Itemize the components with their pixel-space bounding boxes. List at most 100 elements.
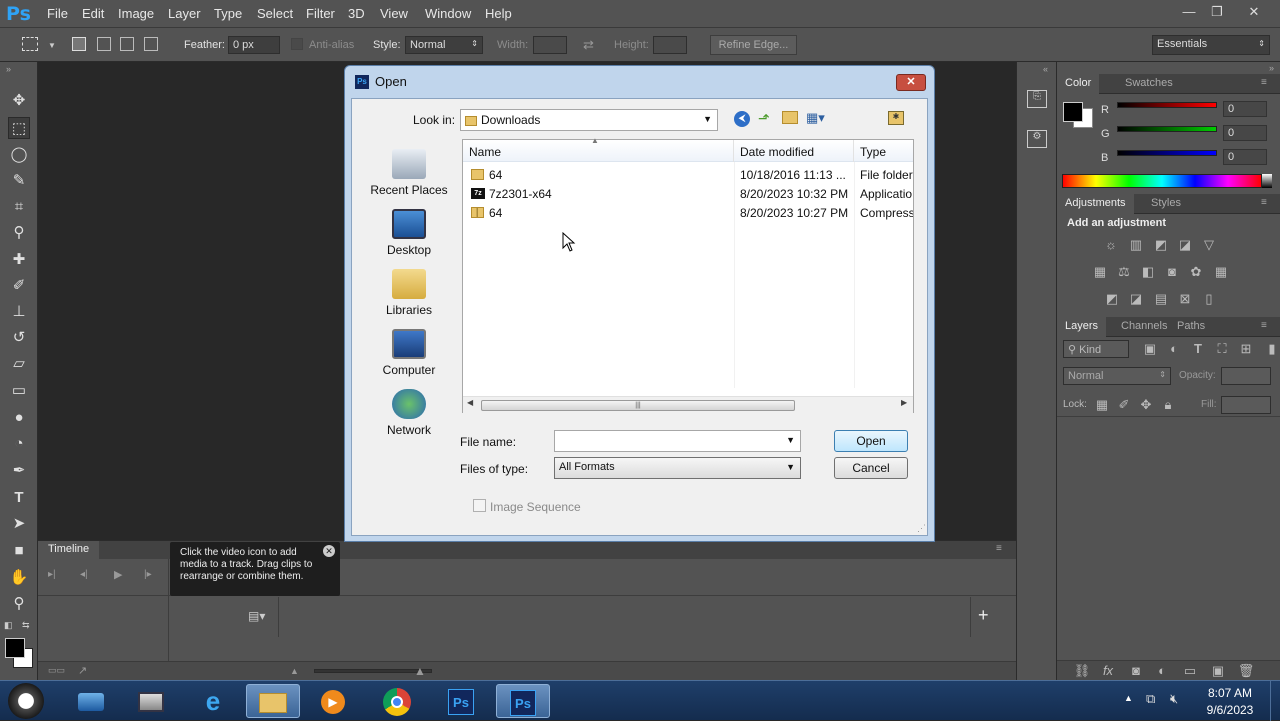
swap-icon[interactable]: ⇄ xyxy=(583,37,594,53)
clock-time[interactable]: 8:07 AM xyxy=(1198,686,1262,700)
fx-icon[interactable]: fx xyxy=(1099,664,1117,678)
fill-input[interactable] xyxy=(1221,396,1271,414)
resize-grip-icon[interactable]: ⋰ xyxy=(917,523,926,534)
up-folder-icon[interactable]: ⬏ xyxy=(758,110,770,127)
green-slider[interactable] xyxy=(1117,126,1217,132)
menu-select[interactable]: Select xyxy=(257,6,293,21)
tab-adjustments[interactable]: Adjustments xyxy=(1057,194,1134,214)
collapse-icon[interactable]: » xyxy=(1269,63,1274,73)
tab-swatches[interactable]: Swatches xyxy=(1117,74,1181,94)
lock-pixels-icon[interactable]: ✐ xyxy=(1115,398,1133,412)
collapse-icon[interactable]: « xyxy=(1043,64,1048,74)
menu-edit[interactable]: Edit xyxy=(82,6,104,21)
smart-object-filter-icon[interactable]: ⊞ xyxy=(1237,342,1255,356)
green-value[interactable]: 0 xyxy=(1223,125,1267,141)
menu-help[interactable]: Help xyxy=(485,6,512,21)
view-menu-icon[interactable]: ▦▾ xyxy=(806,110,825,126)
horizontal-scrollbar[interactable]: ◀ ||| ▶ xyxy=(463,396,913,413)
style-select[interactable]: Normal ⇕ xyxy=(405,36,483,54)
marquee-tool-icon[interactable]: ⬚ xyxy=(8,117,30,139)
menu-file[interactable]: File xyxy=(47,6,68,21)
path-selection-tool-icon[interactable]: ➤ xyxy=(8,513,30,535)
clock-date[interactable]: 9/6/2023 xyxy=(1198,703,1262,717)
tool-preset-dropdown-icon[interactable]: ▼ xyxy=(48,41,56,50)
tab-layers[interactable]: Layers xyxy=(1057,317,1107,337)
vibrance-icon[interactable]: ▽ xyxy=(1200,238,1218,252)
column-date-modified[interactable]: Date modified xyxy=(734,140,854,162)
blur-tool-icon[interactable]: ● xyxy=(8,407,30,429)
file-row[interactable]: 7z 7z2301-x64 8/20/2023 10:32 PM Applica… xyxy=(463,185,915,204)
adjustment-filter-icon[interactable]: ◐ xyxy=(1165,342,1183,356)
new-adjustment-icon[interactable]: ◐ xyxy=(1153,664,1171,678)
convert-frame-icon[interactable]: ▭▭ xyxy=(48,665,65,676)
gradient-tool-icon[interactable]: ▭ xyxy=(8,380,30,402)
menu-view[interactable]: View xyxy=(380,6,408,21)
move-tool-icon[interactable]: ✥ xyxy=(8,90,30,112)
healing-brush-tool-icon[interactable]: ✚ xyxy=(8,249,30,271)
taskbar-app-icon[interactable] xyxy=(64,684,118,718)
new-selection-icon[interactable] xyxy=(72,37,86,51)
file-row[interactable]: 64 10/18/2016 11:13 ... File folder xyxy=(463,166,915,185)
link-layers-icon[interactable]: ⛓ xyxy=(1073,664,1091,678)
go-to-first-frame-icon[interactable]: ▸| xyxy=(48,569,56,580)
tab-channels[interactable]: Channels xyxy=(1113,317,1175,337)
zoom-out-icon[interactable]: ▲ xyxy=(290,666,299,676)
file-explorer-icon[interactable] xyxy=(246,684,300,718)
add-track-button[interactable]: + xyxy=(978,605,989,626)
lasso-tool-icon[interactable]: ◯ xyxy=(8,144,30,166)
refine-edge-button[interactable]: Refine Edge... xyxy=(710,35,797,55)
quick-select-tool-icon[interactable]: ✎ xyxy=(8,170,30,192)
zoom-tool-icon[interactable]: ⚲ xyxy=(8,593,30,615)
back-icon[interactable]: ⮜ xyxy=(734,111,750,127)
hand-tool-icon[interactable]: ✋ xyxy=(8,567,30,589)
menu-3d[interactable]: 3D xyxy=(348,6,365,21)
close-button[interactable]: ✕ xyxy=(1240,2,1268,22)
media-player-icon[interactable]: ▶ xyxy=(306,684,360,718)
color-lookup-icon[interactable]: ▦ xyxy=(1212,265,1230,279)
photoshop-active-taskbar-icon[interactable]: Ps xyxy=(496,684,550,718)
minimize-button[interactable]: — xyxy=(1175,2,1203,22)
menu-layer[interactable]: Layer xyxy=(168,6,201,21)
feather-input[interactable]: 0 px xyxy=(228,36,280,54)
swap-colors-icon[interactable]: ⇆ xyxy=(22,620,30,631)
threshold-icon[interactable]: ▤ xyxy=(1152,292,1170,306)
antialias-checkbox[interactable] xyxy=(291,38,303,50)
zoom-in-icon[interactable]: ▲ xyxy=(414,664,426,678)
pixel-filter-icon[interactable]: ▣ xyxy=(1141,342,1159,356)
blue-value[interactable]: 0 xyxy=(1223,149,1267,165)
filter-toggle-icon[interactable]: ▮ xyxy=(1263,342,1280,356)
start-button-icon[interactable] xyxy=(8,683,44,719)
shape-filter-icon[interactable]: ⛶ xyxy=(1213,342,1231,356)
rectangle-tool-icon[interactable]: ■ xyxy=(8,540,30,562)
open-button[interactable]: Open xyxy=(834,430,908,452)
dialog-close-button[interactable]: ✕ xyxy=(896,74,926,91)
files-of-type-select[interactable]: All Formats ▼ xyxy=(554,457,801,479)
height-input[interactable] xyxy=(653,36,687,54)
posterize-icon[interactable]: ◪ xyxy=(1127,292,1145,306)
place-computer[interactable]: Computer xyxy=(366,329,452,377)
history-brush-tool-icon[interactable]: ↺ xyxy=(8,327,30,349)
type-tool-icon[interactable]: T xyxy=(8,487,30,509)
default-colors-icon[interactable]: ◧ xyxy=(4,620,13,631)
place-libraries[interactable]: Libraries xyxy=(366,269,452,317)
intersect-selection-icon[interactable] xyxy=(144,37,158,51)
brush-tool-icon[interactable]: ✐ xyxy=(8,275,30,297)
chrome-icon[interactable] xyxy=(370,684,424,718)
exposure-icon[interactable]: ◪ xyxy=(1176,238,1194,252)
color-balance-icon[interactable]: ⚖ xyxy=(1115,265,1133,279)
internet-explorer-icon[interactable]: e xyxy=(186,684,240,718)
panel-menu-icon[interactable]: ≡ xyxy=(1261,197,1267,208)
blend-mode-select[interactable]: Normal ⇕ xyxy=(1063,367,1171,385)
restore-button[interactable]: ❐ xyxy=(1203,2,1231,22)
scrollbar-thumb[interactable]: ||| xyxy=(481,400,795,411)
layer-kind-filter[interactable]: ⚲ Kind xyxy=(1063,340,1129,358)
dodge-tool-icon[interactable]: ◔ xyxy=(8,433,30,455)
show-hidden-icons-icon[interactable]: ▲ xyxy=(1124,693,1133,703)
show-desktop-button[interactable] xyxy=(1270,681,1280,721)
brightness-icon[interactable]: ☼ xyxy=(1102,238,1120,252)
lock-position-icon[interactable]: ✥ xyxy=(1137,398,1155,412)
marquee-tool-icon[interactable] xyxy=(22,37,38,51)
hue-saturation-icon[interactable]: ▦ xyxy=(1091,265,1109,279)
add-mask-icon[interactable]: ◙ xyxy=(1127,664,1145,678)
column-type[interactable]: Type xyxy=(854,140,913,162)
